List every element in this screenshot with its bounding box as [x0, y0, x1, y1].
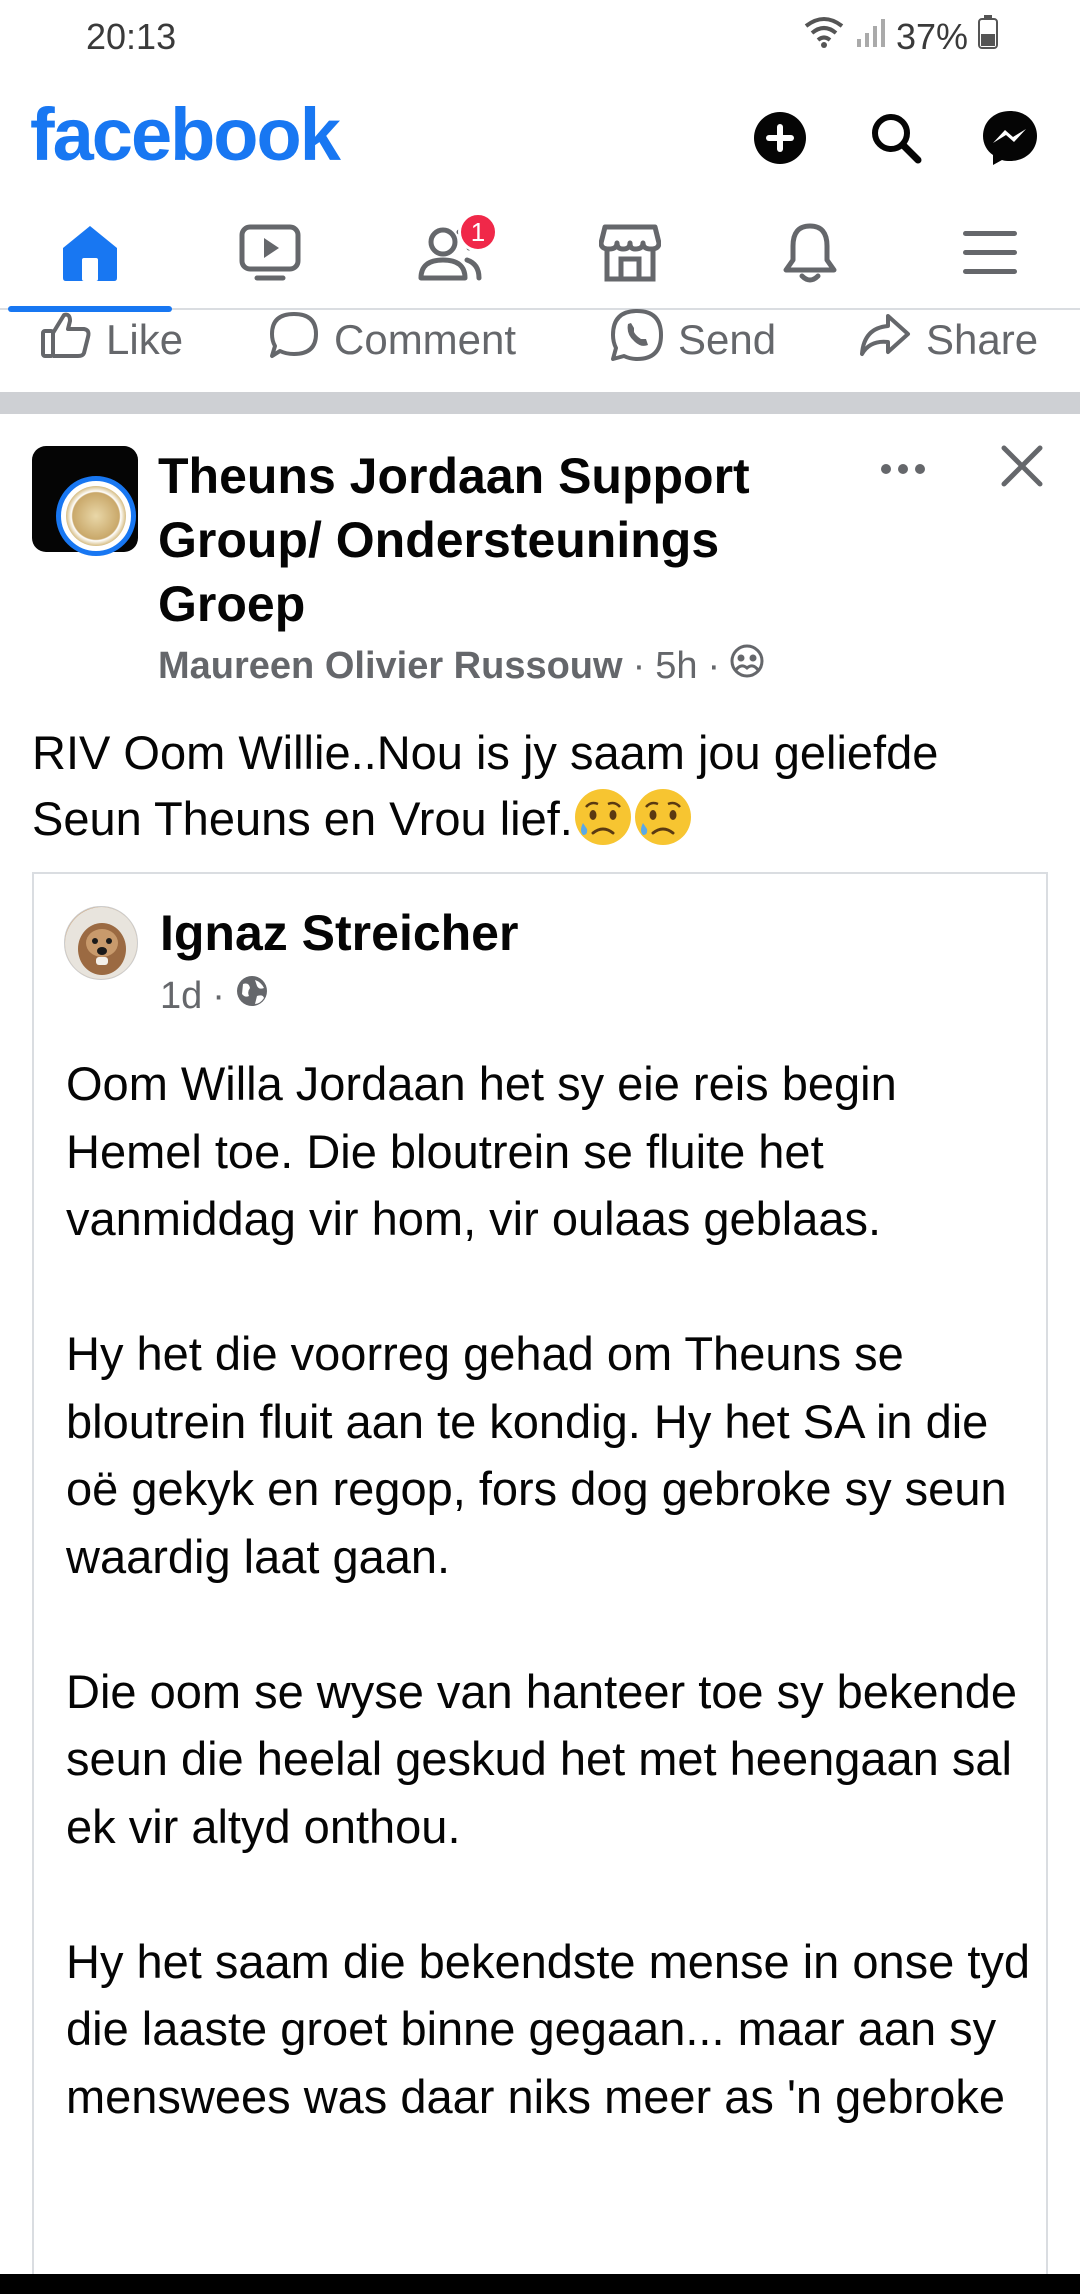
- group-avatar[interactable]: [32, 446, 138, 556]
- app-header: facebook: [0, 90, 1080, 190]
- tab-friends[interactable]: 1: [360, 200, 540, 310]
- tab-notifications[interactable]: [720, 200, 900, 310]
- shared-post-meta: 1d ·: [160, 974, 269, 1018]
- feed-separator: [0, 392, 1080, 414]
- post-time[interactable]: 5h: [655, 645, 697, 688]
- shared-author-name[interactable]: Ignaz Streicher: [160, 904, 518, 962]
- more-options-button[interactable]: [868, 446, 938, 496]
- tab-home[interactable]: [0, 200, 180, 312]
- marketplace-icon: [598, 223, 662, 288]
- post-body: RIV Oom Willie..Nou is jy saam jou gelie…: [32, 726, 939, 845]
- group-avatar-badge: [56, 476, 136, 556]
- hide-post-button[interactable]: [996, 440, 1060, 504]
- search-button[interactable]: [856, 100, 936, 180]
- search-icon: [868, 110, 924, 171]
- create-button[interactable]: [740, 100, 820, 180]
- shared-post-body: Oom Willa Jordaan het sy eie reis begin …: [66, 1050, 1036, 2198]
- messenger-button[interactable]: [970, 100, 1050, 180]
- menu-icon: [961, 228, 1019, 283]
- whatsapp-icon: [610, 308, 664, 372]
- meta-dot: ·: [212, 974, 225, 1017]
- share-icon: [858, 312, 912, 368]
- status-icons: 37%: [802, 14, 998, 59]
- post-text: RIV Oom Willie..Nou is jy saam jou gelie…: [32, 720, 1052, 852]
- shared-post-card[interactable]: Ignaz Streicher 1d · Oom Willa Jordaan h…: [32, 872, 1048, 2294]
- create-icon: [753, 111, 807, 170]
- send-label: Send: [678, 316, 777, 363]
- status-time: 20:13: [86, 16, 177, 57]
- meta-dot: ·: [707, 644, 721, 687]
- share-label: Share: [926, 316, 1039, 363]
- video-icon: [239, 224, 301, 287]
- previous-post-actions: Like Comment Send Share: [0, 308, 1080, 380]
- status-bar: 20:13 37%: [0, 0, 1080, 76]
- post-meta: Maureen Olivier Russouw · 5h ·: [158, 644, 764, 688]
- like-icon: [40, 311, 92, 369]
- shared-paragraph: Hy het die voorreg gehad om Theuns se bl…: [66, 1327, 1007, 1583]
- group-name[interactable]: Theuns Jordaan Support Group/ Ondersteun…: [158, 444, 798, 636]
- like-label: Like: [106, 316, 184, 363]
- comment-label: Comment: [334, 316, 517, 363]
- tab-marketplace[interactable]: [540, 200, 720, 310]
- close-icon: [996, 445, 1048, 496]
- shared-paragraph: Die oom se wyse van hanteer toe sy beken…: [66, 1664, 1017, 1853]
- globe-icon: [235, 974, 269, 1018]
- like-button[interactable]: Like: [40, 310, 183, 370]
- group-privacy-icon: [730, 644, 764, 688]
- notifications-icon: [781, 222, 839, 289]
- send-button[interactable]: Send: [610, 308, 777, 372]
- signal-icon: [856, 16, 886, 58]
- shared-post-time[interactable]: 1d: [160, 975, 202, 1018]
- shared-paragraph: Oom Willa Jordaan het sy eie reis begin …: [66, 1057, 897, 1245]
- shared-author-avatar[interactable]: [64, 906, 138, 980]
- facebook-logo[interactable]: facebook: [30, 92, 341, 177]
- meta-dot: ·: [632, 644, 646, 687]
- system-navigation-bar: [0, 2274, 1080, 2294]
- sad-tear-emoji: [573, 787, 633, 847]
- comment-icon: [268, 310, 320, 370]
- comment-button[interactable]: Comment: [268, 310, 516, 370]
- tab-video[interactable]: [180, 200, 360, 310]
- share-button[interactable]: Share: [858, 310, 1038, 370]
- more-icon: [880, 436, 926, 485]
- sad-tear-emoji: [633, 787, 693, 847]
- messenger-icon: [981, 109, 1039, 172]
- battery-percent: 37%: [895, 15, 968, 57]
- shared-paragraph: Hy het saam die bekendste mense in onse …: [66, 1934, 1031, 2123]
- post-header: Theuns Jordaan Support Group/ Ondersteun…: [0, 440, 1080, 700]
- main-nav: 1: [0, 200, 1080, 312]
- home-icon: [59, 222, 121, 289]
- tab-menu[interactable]: [900, 200, 1080, 310]
- post-author[interactable]: Maureen Olivier Russouw: [158, 645, 623, 688]
- battery-icon: [978, 15, 998, 58]
- wifi-icon: [802, 14, 846, 59]
- friends-badge: 1: [458, 212, 498, 252]
